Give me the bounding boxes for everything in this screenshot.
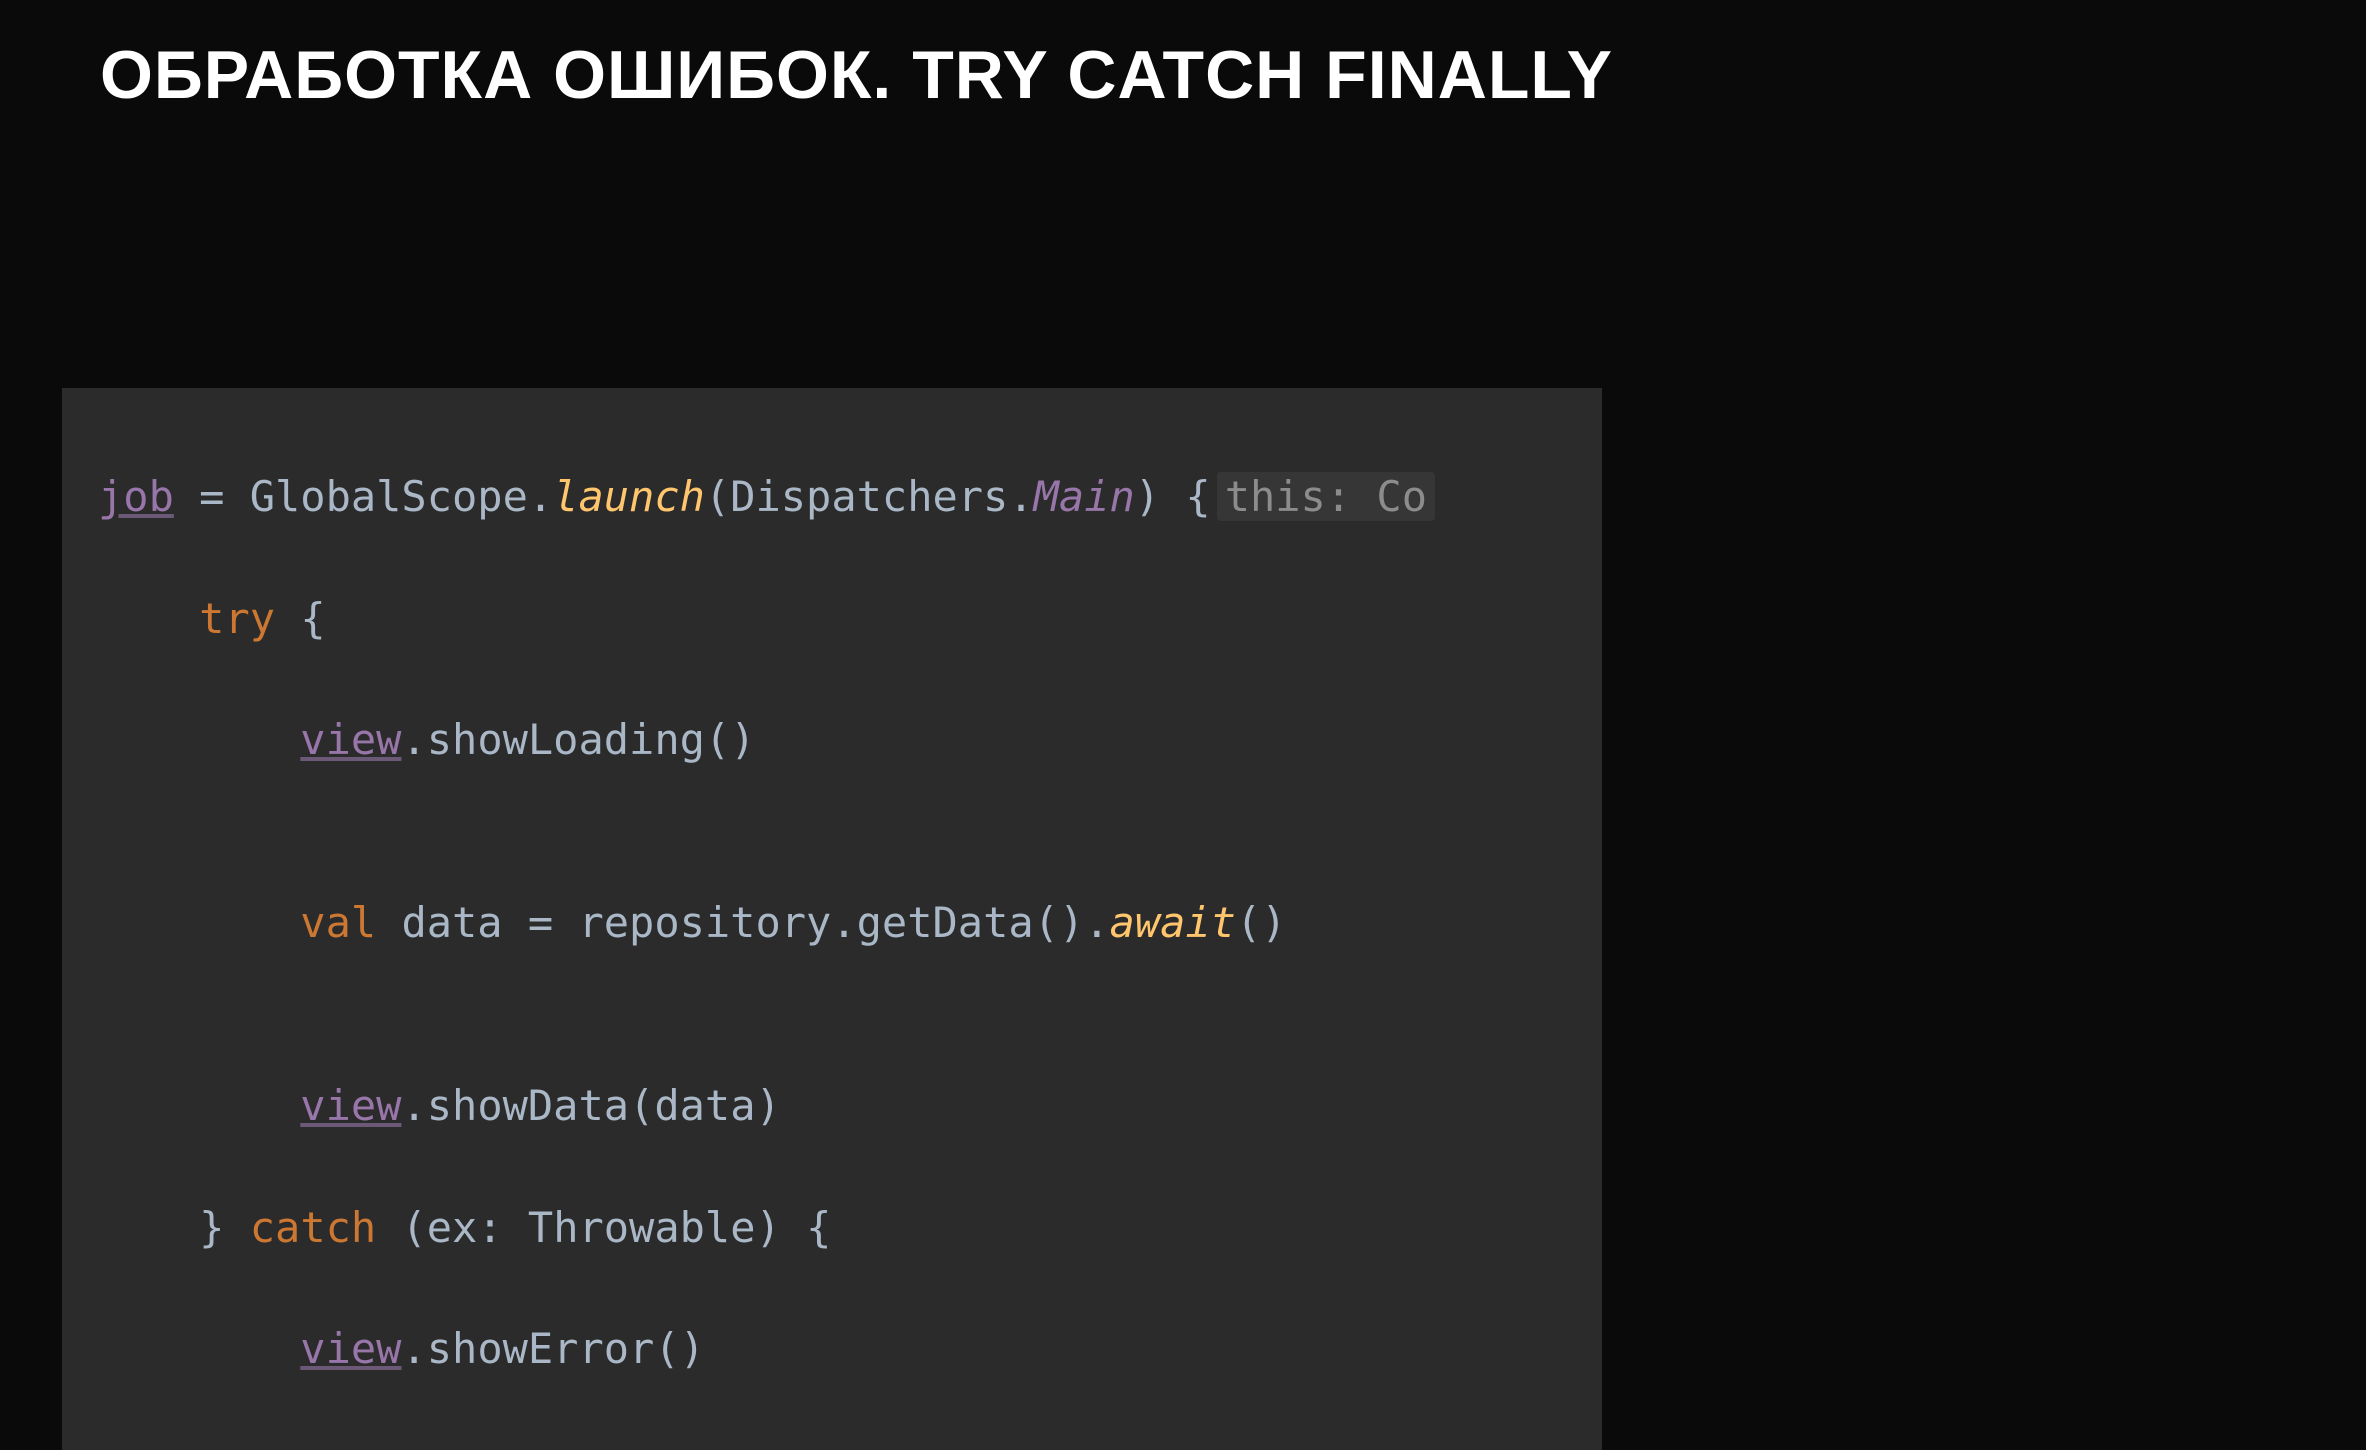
code-block: job = GlobalScope.launch(Dispatchers.Mai…	[62, 388, 1602, 1450]
inline-hint: this: Co	[1217, 472, 1435, 521]
code-token-ident: Dispatchers	[730, 472, 1008, 521]
code-token-punct	[224, 1203, 249, 1252]
code-token-ident: data	[401, 898, 502, 947]
code-token-brace: }	[199, 1446, 224, 1450]
code-token-punct: .	[401, 1081, 426, 1130]
code-token-field: view	[300, 1081, 401, 1130]
code-token-punct	[1160, 472, 1185, 521]
code-token-brace: }	[199, 1203, 224, 1252]
code-token-call: showError	[427, 1324, 655, 1373]
code-token-method: launch	[553, 472, 705, 521]
code-token-keyword: catch	[250, 1203, 376, 1252]
code-token-punct: )	[1135, 472, 1160, 521]
code-token-punct	[275, 594, 300, 643]
code-token-brace: {	[1185, 472, 1210, 521]
code-token-punct: ()	[705, 715, 756, 764]
slide: ОБРАБОТКА ОШИБОК. TRY CATCH FINALLY job …	[0, 0, 2366, 1450]
code-token-keyword: try	[199, 594, 275, 643]
code-token-punct: ()	[1034, 898, 1085, 947]
code-token-punct: =	[174, 472, 250, 521]
code-line: try {	[98, 589, 1566, 650]
code-token-punct: .	[831, 898, 856, 947]
code-token-method: await	[1110, 898, 1236, 947]
code-token-punct: ()	[1236, 898, 1287, 947]
code-token-punct: .	[1008, 472, 1033, 521]
code-token-punct: (data)	[629, 1081, 781, 1130]
code-token-punct	[224, 1446, 249, 1450]
code-token-punct: =	[503, 898, 579, 947]
code-token-brace: {	[806, 1203, 831, 1252]
code-token-brace: {	[300, 594, 325, 643]
code-token-punct: .	[401, 1324, 426, 1373]
code-line: view.showLoading()	[98, 710, 1566, 771]
code-token-punct	[427, 1446, 452, 1450]
code-token-call: showData	[427, 1081, 629, 1130]
code-token-call: getData	[857, 898, 1034, 947]
code-token-punct: .	[401, 715, 426, 764]
code-token-ident: GlobalScope	[250, 472, 528, 521]
code-token-field: view	[300, 1324, 401, 1373]
code-line: } catch (ex: Throwable) {	[98, 1198, 1566, 1259]
code-token-field: job	[98, 472, 174, 521]
code-token-brace: {	[452, 1446, 477, 1450]
code-token-punct	[376, 898, 401, 947]
code-token-punct: .	[1084, 898, 1109, 947]
code-token-static: Main	[1034, 472, 1135, 521]
code-token-call: showLoading	[427, 715, 705, 764]
code-line: view.showError()	[98, 1319, 1566, 1380]
code-token-punct: (ex: Throwable)	[376, 1203, 806, 1252]
code-token-punct: ()	[654, 1324, 705, 1373]
code-line: val data = repository.getData().await()	[98, 893, 1566, 954]
code-line: job = GlobalScope.launch(Dispatchers.Mai…	[98, 467, 1566, 528]
code-token-punct: .	[528, 472, 553, 521]
code-token-keyword: val	[300, 898, 376, 947]
code-token-field: view	[300, 715, 401, 764]
code-line: view.showData(data)	[98, 1076, 1566, 1137]
code-line: } finally {	[98, 1441, 1566, 1450]
slide-title: ОБРАБОТКА ОШИБОК. TRY CATCH FINALLY	[100, 36, 1613, 114]
code-token-ident: repository	[578, 898, 831, 947]
code-token-punct: (	[705, 472, 730, 521]
code-token-keyword: finally	[250, 1446, 427, 1450]
